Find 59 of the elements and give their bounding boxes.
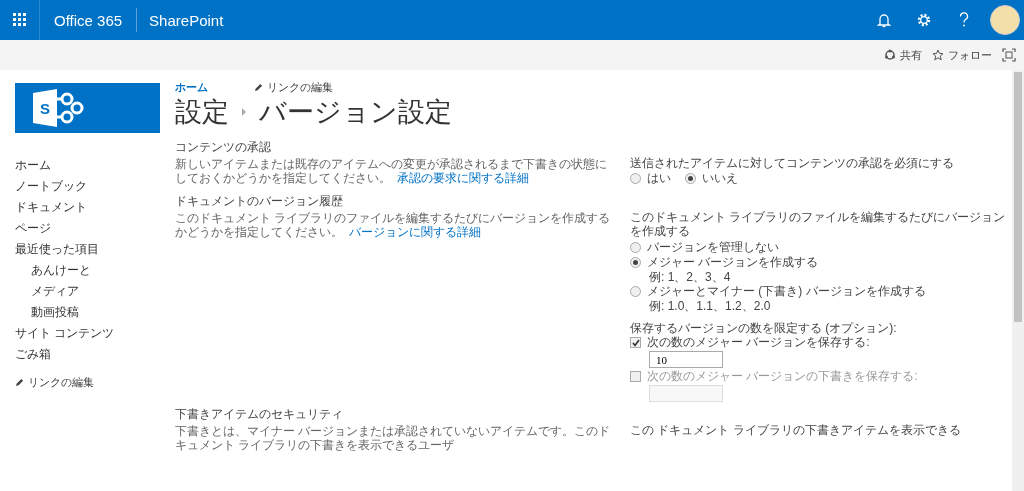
checkbox[interactable] [630,337,641,348]
radio-label: バージョンを管理しない [647,240,779,255]
section-description: 下書きとは、マイナー バージョンまたは承認されていないアイテムです。このドキュメント ライブラリの下書きを表示できるユーザ [175,424,612,452]
nav-item[interactable]: ドキュメント [15,197,160,218]
radio-button[interactable] [630,257,641,268]
avatar[interactable] [990,5,1020,35]
pencil-icon [254,82,263,92]
field-label: このドキュメント ライブラリのファイルを編集するたびにバージョンを作成する [630,210,1007,238]
help-link[interactable]: バージョンに関する詳細 [349,225,481,239]
radio-label: いいえ [702,171,738,186]
page-title: バージョン設定 [259,96,452,128]
focus-icon[interactable] [1002,48,1016,62]
checkbox-label: 次の数のメジャー バージョンの下書きを保存する: [647,369,918,384]
nav-item[interactable]: ページ [15,218,160,239]
help-icon[interactable] [959,12,969,28]
radio-button[interactable] [630,242,641,253]
chevron-icon [241,108,247,116]
share-icon [884,49,896,61]
home-link[interactable]: ホーム [175,80,208,94]
page-title-parent[interactable]: 設定 [175,96,229,128]
field-label: 保存するバージョンの数を限定する (オプション): [630,321,898,335]
example-text: 例: 1、2、3、4 [649,270,731,284]
help-link[interactable]: 承認の要求に関する詳細 [397,171,529,185]
nav-item[interactable]: ノートブック [15,176,160,197]
field-label: この ドキュメント ライブラリの下書きアイテムを表示できる [630,423,962,437]
radio-button[interactable] [630,173,641,184]
nav-item[interactable]: 最近使った項目 [15,239,160,260]
checkbox-label: 次の数のメジャー バージョンを保存する: [647,335,870,350]
scrollbar[interactable] [1012,70,1024,491]
radio-label: メジャーとマイナー (下書き) バージョンを作成する [647,284,926,299]
nav-item[interactable]: サイト コンテンツ [15,323,160,344]
example-text: 例: 1.0、1.1、1.2、2.0 [649,299,771,313]
radio-button[interactable] [685,173,696,184]
section-heading: コンテンツの承認 [175,140,272,154]
pencil-icon [15,378,24,387]
site-logo[interactable]: S [15,83,160,133]
section-heading: 下書きアイテムのセキュリティ [175,407,344,421]
edit-links-link[interactable]: リンクの編集 [267,80,333,94]
settings-icon[interactable] [916,12,932,28]
field-label: 送信されたアイテムに対してコンテンツの承認を必須にする [630,156,955,170]
nav-item[interactable]: メディア [15,281,160,302]
star-icon [932,49,944,61]
nav-item[interactable]: ごみ箱 [15,344,160,365]
nav-item[interactable]: あんけーと [15,260,160,281]
radio-label: はい [647,171,671,186]
app-name[interactable]: SharePoint [137,11,224,29]
number-input[interactable]: 10 [649,351,723,368]
section-description: このドキュメント ライブラリのファイルを編集するたびにバージョンを作成するかどうかを指定してください。 バージョンに関する詳細 [175,211,612,239]
radio-button[interactable] [630,286,641,297]
section-description: 新しいアイテムまたは既存のアイテムへの変更が承認されるまで下書きの状態にしておくかどうかを指定してください。 承認の要求に関する詳細 [175,157,608,185]
edit-links-link[interactable]: リンクの編集 [28,375,94,390]
brand-link[interactable]: Office 365 [40,11,137,29]
follow-button[interactable]: フォロー [932,47,992,63]
share-button[interactable]: 共有 [884,47,922,63]
section-heading: ドキュメントのバージョン履歴 [175,194,344,208]
nav-item[interactable]: ホーム [15,155,160,176]
nav-item[interactable]: 動画投稿 [15,302,160,323]
radio-label: メジャー バージョンを作成する [647,255,819,270]
bell-icon[interactable] [877,12,891,28]
